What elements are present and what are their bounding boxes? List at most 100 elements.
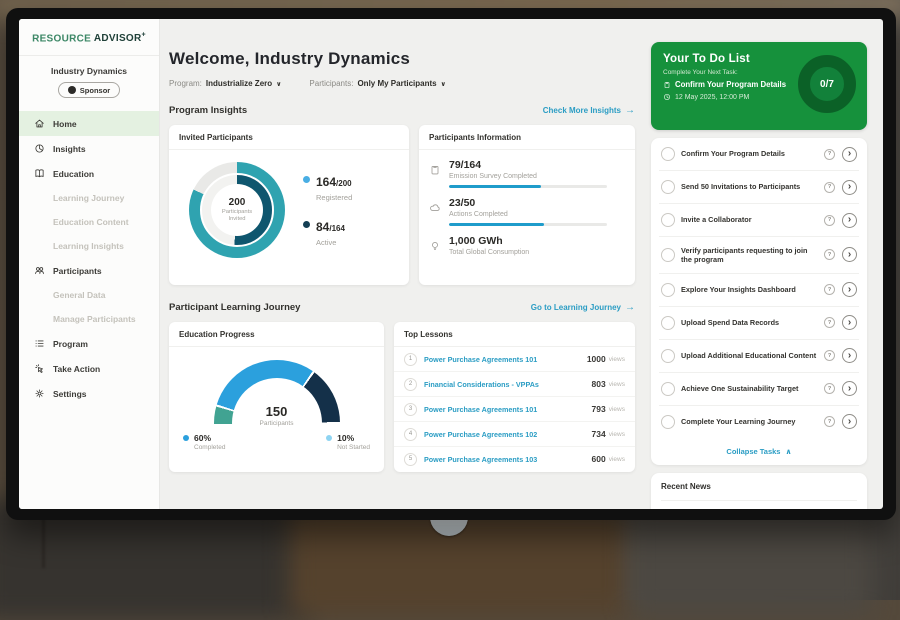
- sidebar-item-manage-participants[interactable]: Manage Participants: [19, 307, 159, 331]
- check-more-insights-link[interactable]: Check More Insights→: [543, 105, 635, 116]
- legend-item-active: 84/164 Active: [303, 218, 352, 247]
- sidebar-divider: [19, 55, 159, 56]
- task-checkbox[interactable]: [661, 382, 675, 396]
- views-label: views: [609, 356, 625, 363]
- task-row[interactable]: Send 50 Invitations to Participants ? ›: [659, 171, 859, 204]
- sidebar-item-take-action[interactable]: Take Action: [19, 356, 159, 381]
- sidebar-item-program[interactable]: Program: [19, 331, 159, 356]
- top-lessons-card: Top Lessons 1 Power Purchase Agreements …: [394, 322, 635, 472]
- help-icon[interactable]: ?: [824, 350, 835, 361]
- lesson-link[interactable]: Power Purchase Agreements 103: [424, 455, 592, 464]
- help-icon[interactable]: ?: [824, 383, 835, 394]
- chevron-right-button[interactable]: ›: [842, 180, 857, 195]
- chevron-right-button[interactable]: ›: [842, 282, 857, 297]
- lesson-row: 2 Financial Considerations - VPPAs 803 v…: [394, 372, 635, 397]
- invited-card-body: 200 Participants Invited 164/200 Registe…: [169, 150, 409, 258]
- sidebar-item-learning-insights[interactable]: Learning Insights: [19, 234, 159, 258]
- task-checkbox[interactable]: [661, 349, 675, 363]
- chevron-right-button[interactable]: ›: [842, 315, 857, 330]
- go-to-learning-journey-link[interactable]: Go to Learning Journey→: [531, 302, 635, 313]
- task-label: Send 50 Invitations to Participants: [681, 182, 818, 191]
- legend-label: Active: [316, 238, 345, 247]
- gauge-center: 150 Participants: [214, 404, 340, 427]
- task-checkbox[interactable]: [661, 248, 675, 262]
- help-icon[interactable]: ?: [824, 149, 835, 160]
- sidebar-item-participants[interactable]: Participants: [19, 258, 159, 283]
- task-label: Explore Your Insights Dashboard: [681, 285, 818, 294]
- lesson-link[interactable]: Financial Considerations - VPPAs: [424, 380, 592, 389]
- stat-label: Emission Survey Completed: [449, 173, 607, 180]
- participants-information-card: Participants Information 79/164 Emission…: [419, 125, 635, 285]
- program-insights-header: Program Insights Check More Insights→: [169, 105, 635, 116]
- sidebar-item-education[interactable]: Education: [19, 161, 159, 186]
- task-row[interactable]: Invite a Collaborator ? ›: [659, 204, 859, 237]
- collapse-tasks-link[interactable]: Collapse Tasks∧: [659, 438, 859, 465]
- filters-row: Program: Industrialize Zero ∨ Participan…: [169, 79, 635, 88]
- sidebar-item-learning-journey[interactable]: Learning Journey: [19, 186, 159, 210]
- chevron-right-button[interactable]: ›: [842, 213, 857, 228]
- participants-select[interactable]: Participants: Only My Participants ∨: [309, 79, 445, 88]
- task-label: Confirm Your Program Details: [681, 149, 818, 158]
- chevron-right-button[interactable]: ›: [842, 348, 857, 363]
- sponsor-icon: [68, 86, 76, 94]
- chevron-down-icon: ∨: [276, 80, 281, 88]
- arrow-right-icon: →: [625, 302, 635, 313]
- views-label: views: [609, 456, 625, 463]
- todo-panel: Your To Do List Complete Your Next Task:…: [651, 19, 867, 509]
- recent-news-card: Recent News: [651, 473, 867, 509]
- task-row[interactable]: Upload Additional Educational Content ? …: [659, 340, 859, 373]
- task-checkbox[interactable]: [661, 147, 675, 161]
- lesson-link[interactable]: Power Purchase Agreements 101: [424, 405, 592, 414]
- task-checkbox[interactable]: [661, 283, 675, 297]
- sidebar-item-home[interactable]: Home: [19, 111, 159, 136]
- todo-task-list: Confirm Your Program Details ? › Send 50…: [651, 138, 867, 465]
- views-count: 793: [592, 404, 606, 414]
- help-icon[interactable]: ?: [824, 317, 835, 328]
- gear-icon: [34, 388, 45, 399]
- task-row[interactable]: Achieve One Sustainability Target ? ›: [659, 373, 859, 406]
- help-icon[interactable]: ?: [824, 416, 835, 427]
- task-label: Complete Your Learning Journey: [681, 417, 818, 426]
- task-checkbox[interactable]: [661, 316, 675, 330]
- stat-actions-completed: 23/50 Actions Completed: [419, 188, 635, 226]
- sidebar-item-label: Insights: [53, 144, 86, 154]
- task-checkbox[interactable]: [661, 415, 675, 429]
- participants-select-value: Only My Participants: [357, 79, 436, 88]
- rank-badge: 3: [404, 403, 417, 416]
- program-select[interactable]: Program: Industrialize Zero ∨: [169, 79, 281, 88]
- sidebar-item-insights[interactable]: Insights: [19, 136, 159, 161]
- lesson-link[interactable]: Power Purchase Agreements 102: [424, 430, 592, 439]
- sidebar-item-settings[interactable]: Settings: [19, 381, 159, 406]
- app-logo: RESOURCE ADVISOR+: [19, 19, 159, 44]
- chevron-right-button[interactable]: ›: [842, 381, 857, 396]
- task-row[interactable]: Verify participants requesting to join t…: [659, 237, 859, 274]
- help-icon[interactable]: ?: [824, 182, 835, 193]
- chevron-right-button[interactable]: ›: [842, 414, 857, 429]
- sidebar-item-label: Participants: [53, 266, 102, 276]
- task-row[interactable]: Confirm Your Program Details ? ›: [659, 138, 859, 171]
- lesson-link[interactable]: Power Purchase Agreements 101: [424, 355, 587, 364]
- monitor-screen: RESOURCE ADVISOR+ Industry Dynamics Spon…: [19, 19, 883, 509]
- task-checkbox[interactable]: [661, 213, 675, 227]
- help-icon[interactable]: ?: [824, 249, 835, 260]
- stat-value: 23/50: [449, 198, 607, 210]
- lesson-row: 3 Power Purchase Agreements 101 793 view…: [394, 397, 635, 422]
- sidebar-item-general-data[interactable]: General Data: [19, 283, 159, 307]
- invited-donut-center: 200 Participants Invited: [211, 184, 263, 236]
- program-select-label: Program:: [169, 79, 202, 88]
- help-icon[interactable]: ?: [824, 284, 835, 295]
- people-icon: [34, 265, 45, 276]
- education-progress-card: Education Progress 150 Participants 60%C…: [169, 322, 384, 472]
- chevron-right-button[interactable]: ›: [842, 147, 857, 162]
- task-row[interactable]: Upload Spend Data Records ? ›: [659, 307, 859, 340]
- progress-bar: [449, 223, 607, 227]
- task-checkbox[interactable]: [661, 180, 675, 194]
- section-title: Participant Learning Journey: [169, 302, 300, 313]
- cloud-icon: [429, 202, 441, 214]
- help-icon[interactable]: ?: [824, 215, 835, 226]
- sidebar-item-education-content[interactable]: Education Content: [19, 210, 159, 234]
- task-row[interactable]: Complete Your Learning Journey ? ›: [659, 406, 859, 438]
- task-row[interactable]: Explore Your Insights Dashboard ? ›: [659, 274, 859, 307]
- chevron-right-button[interactable]: ›: [842, 247, 857, 262]
- main-content: Welcome, Industry Dynamics Program: Indu…: [160, 19, 645, 509]
